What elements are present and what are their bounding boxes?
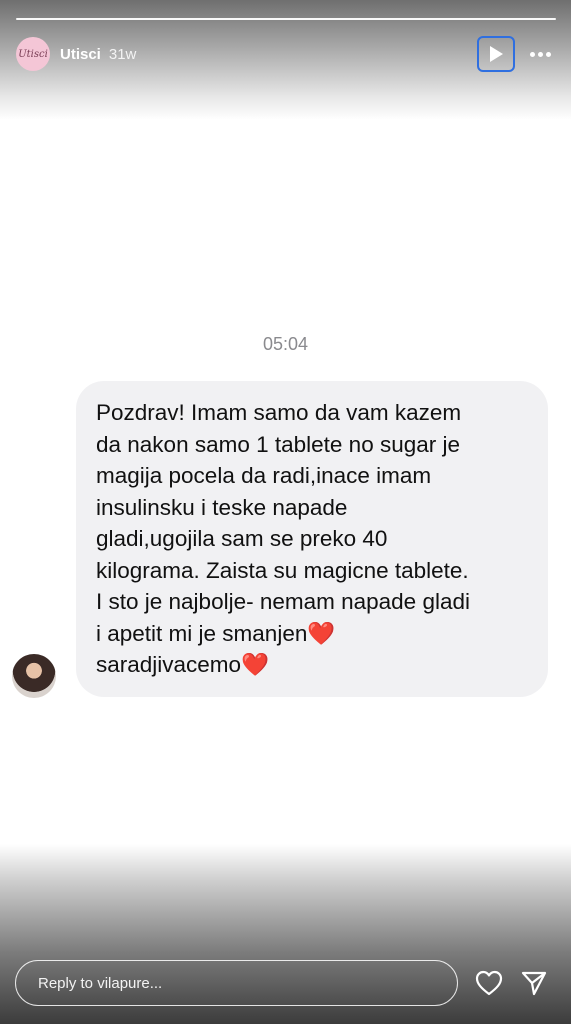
play-button[interactable]: [477, 36, 515, 72]
message-line: kilograma. Zaista su magicne tablete.: [96, 557, 469, 583]
message-line: da nakon samo 1 tablete no sugar je: [96, 431, 460, 457]
like-button[interactable]: [473, 967, 505, 999]
account-username[interactable]: Utisci: [60, 46, 101, 63]
share-button[interactable]: [518, 967, 550, 999]
story-viewer: Utisci Utisci 31w 05:04 Pozdrav! Imam sa…: [0, 0, 571, 1024]
sender-avatar: [12, 654, 56, 698]
message-text: Pozdrav! Imam samo da vam kazem da nakon…: [96, 397, 530, 681]
heart-emoji: ❤️: [241, 652, 270, 677]
story-header: Utisci Utisci 31w: [16, 34, 555, 74]
story-progress-bar: [16, 18, 556, 21]
reply-input[interactable]: Reply to vilapure...: [15, 960, 458, 1006]
message-line: i apetit mi je smanjen: [96, 620, 308, 646]
more-dots-icon: [545, 51, 551, 57]
progress-segment: [16, 18, 556, 20]
more-dots-icon: [529, 51, 535, 57]
story-time-ago: 31w: [108, 45, 137, 63]
message-timestamp: 05:04: [262, 334, 309, 354]
reply-placeholder: Reply to vilapure...: [38, 974, 163, 992]
send-icon: [521, 971, 547, 996]
heart-icon: [475, 970, 503, 996]
avatar-logo-text: Utisci: [18, 48, 48, 60]
more-options-button[interactable]: [525, 36, 555, 72]
message-bubble: Pozdrav! Imam samo da vam kazem da nakon…: [76, 381, 548, 697]
message-line: magija pocela da radi,inace imam: [96, 463, 432, 488]
message-line: I sto je najbolje- nemam napade gladi: [96, 589, 470, 614]
message-line: saradjivacemo: [96, 652, 242, 677]
message-line: gladi,ugojila sam se preko 40: [96, 526, 388, 551]
message-line: Pozdrav! Imam samo da vam kazem: [96, 400, 462, 425]
play-icon: [490, 46, 503, 62]
message-line: insulinsku i teske napade: [96, 494, 348, 520]
account-avatar[interactable]: Utisci: [16, 37, 50, 71]
heart-emoji: ❤️: [307, 620, 336, 646]
more-dots-icon: [537, 51, 543, 57]
